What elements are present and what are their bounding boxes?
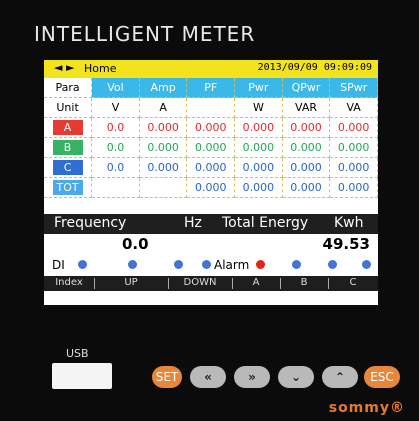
do-indicator-icon [362, 260, 371, 269]
down-arrow-button[interactable]: ⌄ [278, 366, 314, 388]
table-header-cell: Para [44, 78, 93, 98]
unit-cell: V [91, 97, 140, 118]
usb-label: USB [66, 347, 89, 360]
brand-logo: sommy® [328, 400, 405, 416]
value-cell: 0.000 [186, 157, 236, 178]
di-indicator-icon [128, 260, 137, 269]
frequency-energy-values: 0.0 49.53 [44, 234, 378, 254]
phase-badge-c: C [52, 160, 83, 175]
frequency-energy-header: Frequency Hz Total Energy Kwh [44, 214, 378, 234]
energy-unit: Kwh [334, 215, 364, 231]
di-label: DI [52, 258, 65, 272]
unit-cell: W [234, 97, 283, 118]
unit-cell: VAR [282, 97, 331, 118]
value-cell: 0.000 [282, 157, 331, 178]
device-title: INTELLIGENT METER [34, 22, 256, 46]
do-indicator-icon [292, 260, 301, 269]
value-cell: 0.000 [329, 117, 378, 138]
value-cell: 0.000 [139, 137, 188, 158]
value-cell: 0.000 [234, 177, 283, 198]
nav-arrows-icon[interactable]: ◄ ► [54, 61, 74, 74]
table-row: C 0.0 0.000 0.000 0.000 0.000 0.000 [44, 157, 378, 178]
fn-label-c: C [349, 277, 357, 288]
alarm-indicator-icon [256, 260, 265, 269]
esc-button[interactable]: ESC [364, 366, 400, 388]
page-title: Home [84, 62, 117, 75]
unit-cell: Unit [44, 97, 93, 118]
lcd-screen: ◄ ► Home 2013/09/09 09:09:09 Para Vol Am… [44, 60, 378, 305]
up-arrow-button[interactable]: ⌃ [322, 366, 358, 388]
energy-value: 49.53 [322, 235, 370, 253]
value-cell: 0.000 [186, 177, 236, 198]
value-cell: 0.0 [91, 157, 140, 178]
value-cell [139, 177, 188, 198]
table-header-cell: Pwr [234, 78, 283, 98]
value-cell: 0.000 [282, 137, 331, 158]
fn-label-index: Index [55, 277, 83, 288]
unit-cell: A [139, 97, 188, 118]
table-header-cell: Vol [91, 78, 140, 98]
value-cell: 0.000 [282, 117, 331, 138]
di-indicator-icon [202, 260, 211, 269]
table-row: A 0.0 0.000 0.000 0.000 0.000 0.000 [44, 117, 378, 138]
unit-cell [186, 97, 236, 118]
phase-badge-a: A [52, 120, 83, 135]
unit-row: Unit V A W VAR VA [44, 97, 378, 118]
value-cell: 0.0 [91, 117, 140, 138]
value-cell: 0.000 [282, 177, 331, 198]
value-cell: 0.000 [234, 157, 283, 178]
phase-badge-b: B [52, 140, 83, 155]
datetime-display: 2013/09/09 09:09:09 [257, 62, 372, 73]
total-energy-label: Total Energy [222, 215, 309, 231]
parameter-table: Para Vol Amp PF Pwr QPwr SPwr Unit V A W… [44, 78, 378, 198]
value-cell: 0.000 [234, 137, 283, 158]
fn-label-b: B [300, 277, 308, 288]
value-cell: 0.0 [91, 137, 140, 158]
value-cell: 0.000 [329, 157, 378, 178]
frequency-unit: Hz [184, 215, 202, 231]
frequency-label: Frequency [54, 215, 127, 231]
unit-cell: VA [329, 97, 378, 118]
phase-badge-total: TOT [52, 180, 83, 195]
value-cell: 0.000 [139, 117, 188, 138]
value-cell: 0.000 [329, 137, 378, 158]
value-cell: 0.000 [186, 117, 236, 138]
function-key-bar: Index UP DOWN A B C [44, 276, 378, 291]
di-indicator-icon [174, 260, 183, 269]
table-row: TOT 0.000 0.000 0.000 0.000 [44, 177, 378, 198]
value-cell: 0.000 [139, 157, 188, 178]
fn-label-a: A [252, 277, 260, 288]
table-header-cell: QPwr [282, 78, 331, 98]
digital-input-row: DI Alarm [44, 256, 378, 275]
fn-label-up: UP [124, 277, 138, 288]
set-button[interactable]: SET [152, 366, 182, 388]
table-header-cell: SPwr [329, 78, 378, 98]
table-header-cell: PF [186, 78, 236, 98]
value-cell: 0.000 [234, 117, 283, 138]
value-cell: 0.000 [186, 137, 236, 158]
table-row: B 0.0 0.000 0.000 0.000 0.000 0.000 [44, 137, 378, 158]
usb-port[interactable] [52, 363, 112, 389]
left-double-arrow-button[interactable]: « [190, 366, 226, 388]
do-indicator-icon [328, 260, 337, 269]
table-header-row: Para Vol Amp PF Pwr QPwr SPwr [44, 78, 378, 98]
value-cell: 0.000 [329, 177, 378, 198]
frequency-value: 0.0 [122, 235, 149, 253]
alarm-label: Alarm [214, 258, 250, 272]
fn-label-down: DOWN [183, 277, 217, 288]
value-cell [91, 177, 140, 198]
top-status-bar: ◄ ► Home 2013/09/09 09:09:09 [44, 60, 378, 78]
table-header-cell: Amp [139, 78, 188, 98]
di-indicator-icon [78, 260, 87, 269]
right-double-arrow-button[interactable]: » [234, 366, 270, 388]
